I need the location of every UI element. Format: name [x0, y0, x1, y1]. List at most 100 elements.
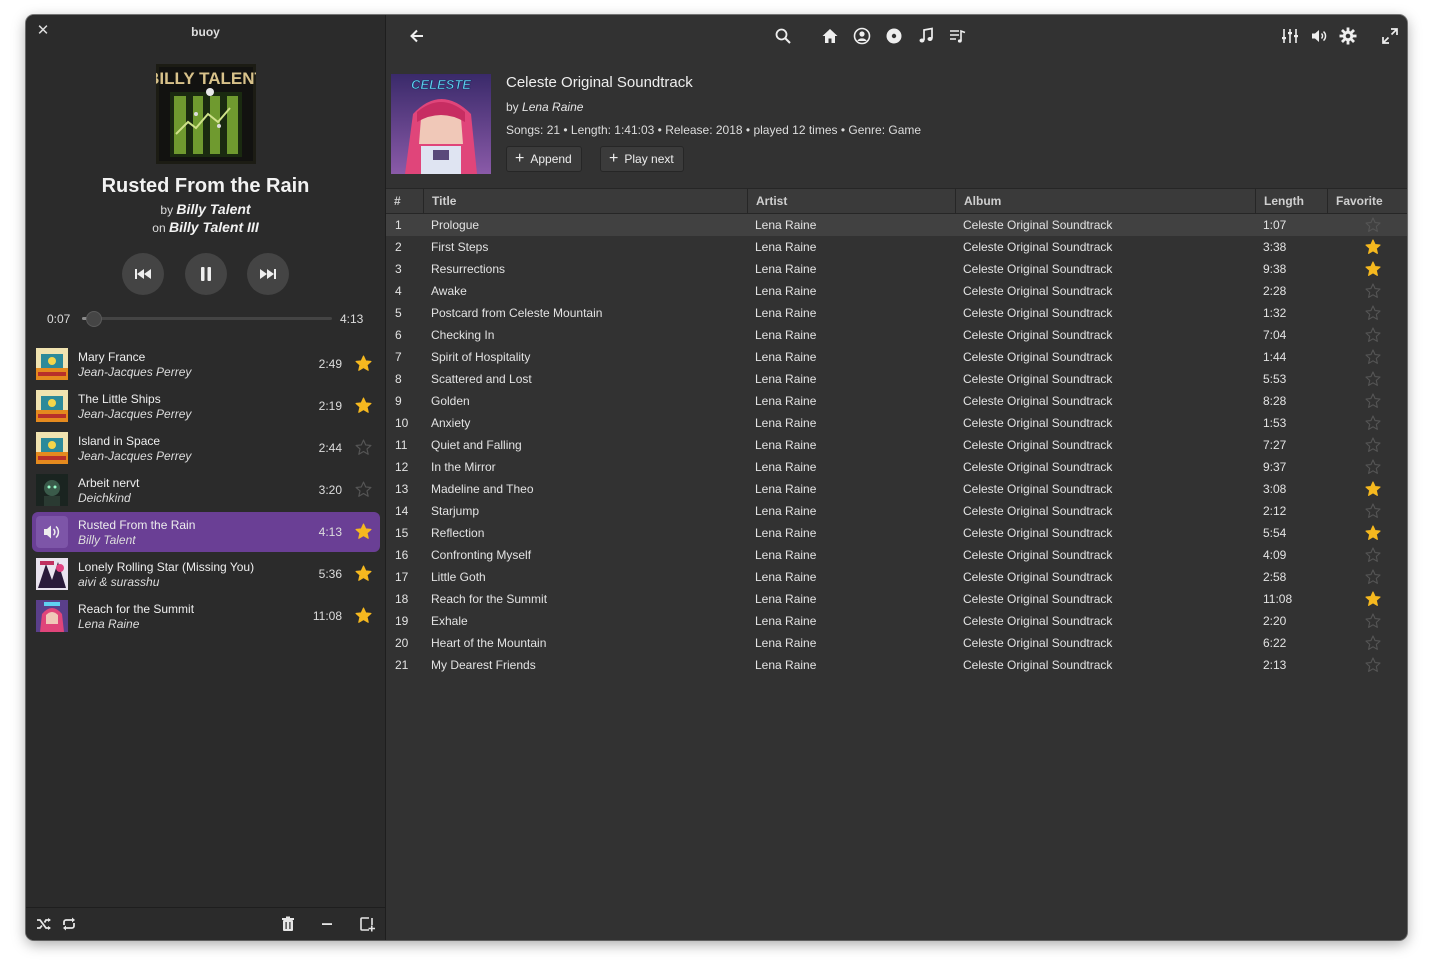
star-filled-icon[interactable] [355, 565, 372, 582]
queue-item[interactable]: Island in Space Jean-Jacques Perrey 2:44 [32, 428, 380, 468]
table-row[interactable]: 4 Awake Lena Raine Celeste Original Soundtr… [386, 280, 1407, 302]
table-row[interactable]: 2 First Steps Lena Raine Celeste Original S… [386, 236, 1407, 258]
queue-item[interactable]: Rusted From the Rain Billy Talent 4:13 [32, 512, 380, 552]
star-filled-icon[interactable] [355, 523, 372, 540]
table-row[interactable]: 17 Little Goth Lena Raine Celeste Original … [386, 566, 1407, 588]
table-row[interactable]: 8 Scattered and Lost Lena Raine Celeste Ori… [386, 368, 1407, 390]
queue-item-length: 2:49 [318, 357, 342, 371]
fullscreen-icon[interactable] [1381, 27, 1399, 45]
cell-length: 2:20 [1263, 614, 1287, 628]
seek-bar[interactable] [82, 311, 332, 327]
column-number[interactable]: # [386, 189, 424, 213]
star-outline-icon[interactable] [1365, 437, 1381, 453]
shuffle-icon[interactable] [36, 916, 52, 932]
table-row[interactable]: 5 Postcard from Celeste Mountain Lena Rain… [386, 302, 1407, 324]
queue-item-thumbnail [36, 474, 68, 506]
cell-artist: Lena Raine [755, 350, 817, 364]
table-row[interactable]: 12 In the Mirror Lena Raine Celeste Origina… [386, 456, 1407, 478]
star-outline-icon[interactable] [1365, 371, 1381, 387]
table-row[interactable]: 11 Quiet and Falling Lena Raine Celeste Ori… [386, 434, 1407, 456]
star-filled-icon[interactable] [1365, 261, 1381, 277]
album-artist[interactable]: Lena Raine [522, 100, 583, 114]
queue-item-thumbnail [36, 390, 68, 422]
play-next-button[interactable]: + Play next [600, 146, 684, 172]
star-outline-icon[interactable] [1365, 305, 1381, 321]
star-outline-icon[interactable] [355, 481, 372, 498]
queue-item[interactable]: The Little Ships Jean-Jacques Perrey 2:19 [32, 386, 380, 426]
queue-item[interactable]: Arbeit nervt Deichkind 3:20 [32, 470, 380, 510]
star-outline-icon[interactable] [1365, 657, 1381, 673]
star-filled-icon[interactable] [1365, 525, 1381, 541]
search-icon[interactable] [774, 27, 792, 45]
equalizer-icon[interactable] [1281, 27, 1299, 45]
table-row[interactable]: 10 Anxiety Lena Raine Celeste Original Soun… [386, 412, 1407, 434]
now-playing-artist-line: by Billy Talent [26, 201, 385, 217]
star-outline-icon[interactable] [1365, 217, 1381, 233]
seek-handle[interactable] [86, 311, 102, 327]
playlist-icon[interactable] [949, 27, 967, 45]
column-title[interactable]: Title [424, 189, 748, 213]
album-disc-icon[interactable] [885, 27, 903, 45]
star-filled-icon[interactable] [1365, 239, 1381, 255]
column-favorite[interactable]: Favorite [1328, 189, 1407, 213]
star-filled-icon[interactable] [355, 355, 372, 372]
music-note-icon[interactable] [917, 27, 935, 45]
home-icon[interactable] [821, 27, 839, 45]
cell-length: 5:53 [1263, 372, 1287, 386]
now-playing-album[interactable]: Billy Talent III [169, 219, 259, 235]
table-row[interactable]: 18 Reach for the Summit Lena Raine Celeste … [386, 588, 1407, 610]
table-row[interactable]: 9 Golden Lena Raine Celeste Original Soundt… [386, 390, 1407, 412]
back-arrow-icon[interactable] [408, 27, 426, 45]
star-filled-icon[interactable] [355, 397, 372, 414]
column-album[interactable]: Album [956, 189, 1256, 213]
volume-icon[interactable] [1310, 27, 1328, 45]
table-row[interactable]: 13 Madeline and Theo Lena Raine Celeste Ori… [386, 478, 1407, 500]
table-row[interactable]: 21 My Dearest Friends Lena Raine Celeste Or… [386, 654, 1407, 676]
cell-title: Postcard from Celeste Mountain [431, 306, 603, 320]
star-filled-icon[interactable] [355, 607, 372, 624]
settings-icon[interactable] [1339, 27, 1357, 45]
star-outline-icon[interactable] [1365, 415, 1381, 431]
star-outline-icon[interactable] [1365, 569, 1381, 585]
star-outline-icon[interactable] [1365, 349, 1381, 365]
table-row[interactable]: 16 Confronting Myself Lena Raine Celeste Or… [386, 544, 1407, 566]
queue-item-title: The Little Ships [78, 392, 161, 406]
table-row[interactable]: 20 Heart of the Mountain Lena Raine Celeste… [386, 632, 1407, 654]
star-outline-icon[interactable] [1365, 459, 1381, 475]
previous-button[interactable] [122, 253, 164, 295]
star-outline-icon[interactable] [1365, 393, 1381, 409]
minus-icon[interactable] [319, 916, 335, 932]
now-playing-artist[interactable]: Billy Talent [176, 201, 250, 217]
pause-button[interactable] [185, 253, 227, 295]
star-filled-icon[interactable] [1365, 481, 1381, 497]
table-row[interactable]: 14 Starjump Lena Raine Celeste Original Sou… [386, 500, 1407, 522]
star-filled-icon[interactable] [1365, 591, 1381, 607]
trash-icon[interactable] [280, 916, 296, 932]
table-row[interactable]: 1 Prologue Lena Raine Celeste Original Soun… [386, 214, 1407, 236]
next-button[interactable] [247, 253, 289, 295]
queue-item[interactable]: Lonely Rolling Star (Missing You) aivi & … [32, 554, 380, 594]
add-to-playlist-icon[interactable] [359, 916, 375, 932]
artist-icon[interactable] [853, 27, 871, 45]
cell-num: 10 [395, 416, 409, 430]
table-row[interactable]: 3 Resurrections Lena Raine Celeste Original… [386, 258, 1407, 280]
table-row[interactable]: 7 Spirit of Hospitality Lena Raine Celeste … [386, 346, 1407, 368]
queue-item[interactable]: Mary France Jean-Jacques Perrey 2:49 [32, 344, 380, 384]
star-outline-icon[interactable] [1365, 283, 1381, 299]
total-time: 4:13 [340, 312, 364, 326]
column-length[interactable]: Length [1256, 189, 1328, 213]
column-artist[interactable]: Artist [748, 189, 956, 213]
queue-item[interactable]: Reach for the Summit Lena Raine 11:08 [32, 596, 380, 636]
cell-album: Celeste Original Soundtrack [963, 262, 1113, 276]
table-row[interactable]: 15 Reflection Lena Raine Celeste Original S… [386, 522, 1407, 544]
star-outline-icon[interactable] [1365, 613, 1381, 629]
star-outline-icon[interactable] [1365, 635, 1381, 651]
table-row[interactable]: 19 Exhale Lena Raine Celeste Original Sound… [386, 610, 1407, 632]
star-outline-icon[interactable] [1365, 327, 1381, 343]
table-row[interactable]: 6 Checking In Lena Raine Celeste Original S… [386, 324, 1407, 346]
star-outline-icon[interactable] [1365, 503, 1381, 519]
star-outline-icon[interactable] [355, 439, 372, 456]
append-button[interactable]: + Append [506, 146, 582, 172]
repeat-icon[interactable] [61, 916, 77, 932]
star-outline-icon[interactable] [1365, 547, 1381, 563]
